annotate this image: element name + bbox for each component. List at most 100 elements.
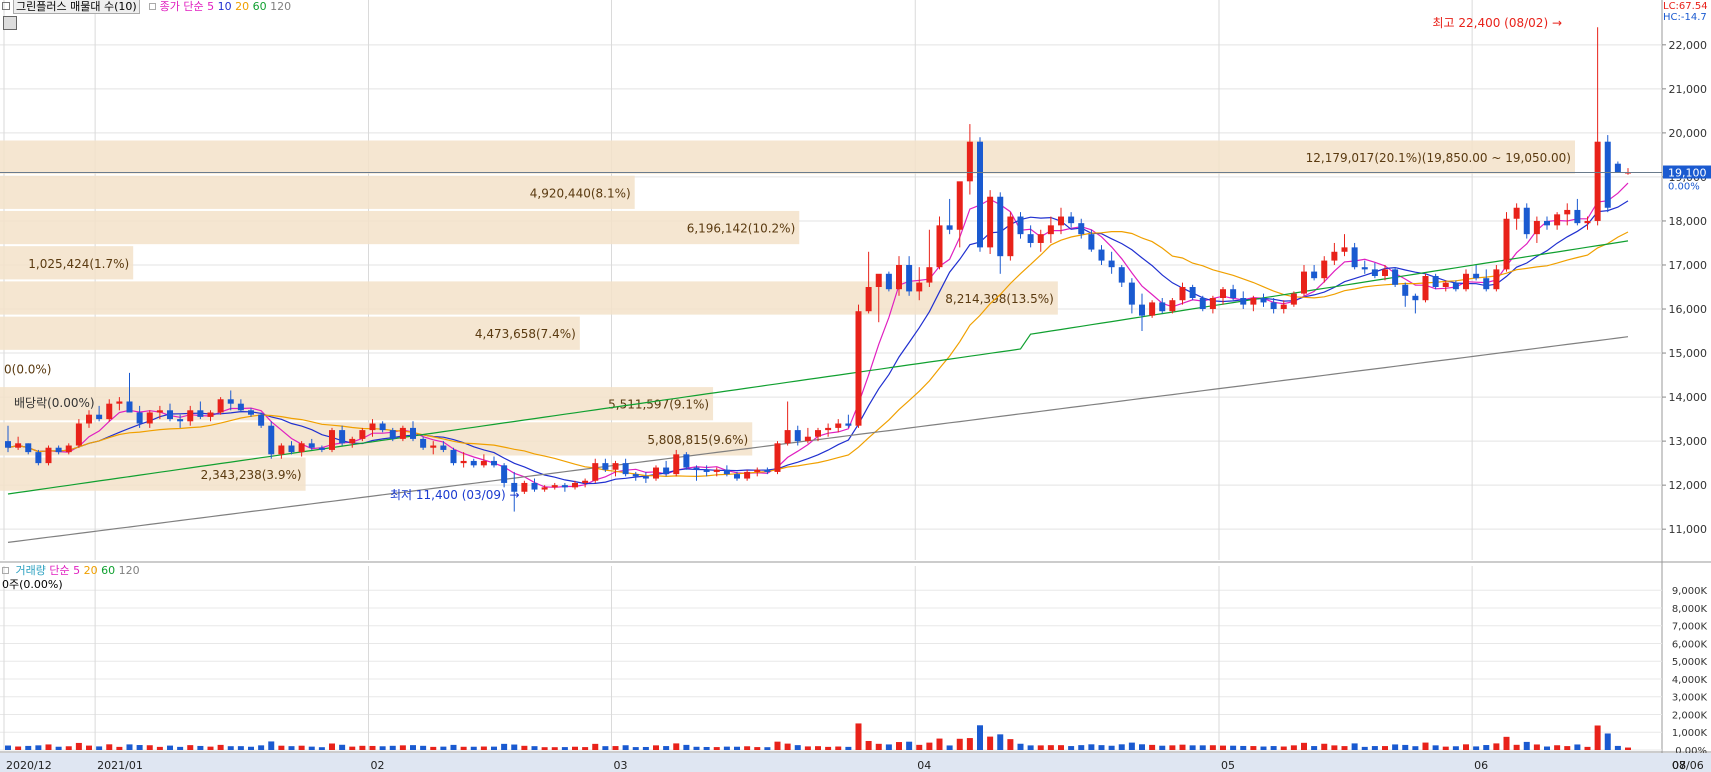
date-label: 04 [917, 759, 931, 772]
volume-bar [1473, 746, 1480, 750]
candle-body [997, 196, 1004, 257]
candle-body [1068, 216, 1075, 224]
candle-body [35, 452, 42, 464]
volume-bar [1412, 746, 1419, 750]
ma-period-60: 60 [252, 0, 267, 13]
candle-body [1604, 141, 1611, 208]
candle-body [1483, 278, 1490, 290]
candle-body [75, 423, 82, 446]
price-tick-label: 11,000 [1669, 523, 1708, 536]
volume-total: 0주(0.00%) [2, 578, 63, 591]
candle-body [1169, 300, 1176, 312]
ma-period-20: 20 [235, 0, 250, 13]
candle-body [339, 430, 346, 444]
volume-bar [946, 745, 953, 750]
dividend-annotation: 배당락(0.00%) [14, 396, 95, 410]
volume-bar [977, 725, 983, 750]
volume-title: 거래량 [15, 564, 46, 577]
volume-bar [541, 747, 548, 750]
volume-bar [1058, 745, 1064, 750]
candle-body [1432, 275, 1439, 287]
volume-bar [1594, 725, 1601, 750]
candle-body [258, 414, 265, 426]
candle-body [926, 267, 933, 283]
candle-body [1533, 220, 1540, 235]
volume-bar [167, 745, 173, 750]
volume-bar [592, 743, 599, 750]
volume-bar [1068, 746, 1075, 750]
volume-bar [1007, 739, 1014, 750]
volume-bar [15, 746, 22, 750]
volume-bar [258, 745, 265, 750]
volume-bar [349, 746, 356, 750]
candle-body [450, 449, 457, 464]
volume-bar [582, 747, 589, 750]
candle-body [1544, 220, 1550, 226]
volume-profile-label: 5,808,815(9.6%) [647, 433, 748, 447]
volume-bar [1463, 744, 1469, 750]
volume-bar [1088, 744, 1095, 750]
volume-bar [966, 738, 973, 750]
ma-period-120: 120 [270, 0, 292, 13]
candle-body [106, 403, 113, 420]
volume-tick-label: 2,000K [1672, 710, 1708, 721]
volume-bar [1230, 745, 1237, 750]
candle-body [1270, 302, 1277, 310]
candle-body [460, 460, 467, 464]
volume-tick-label: 7,000K [1672, 622, 1708, 633]
price-tick-label: 13,000 [1669, 435, 1708, 448]
candle-body [1230, 289, 1237, 299]
volume-bar [602, 746, 609, 750]
candle-body [865, 287, 872, 312]
volume-bar [1625, 747, 1631, 750]
volume-bar [865, 740, 872, 750]
candle-body [966, 141, 973, 182]
candle-body [1402, 284, 1409, 296]
volume-bar [875, 743, 882, 750]
candle-body [399, 427, 406, 439]
volume-tick-label: 6,000K [1672, 639, 1708, 650]
candle-body [693, 467, 700, 470]
volume-bar [359, 745, 366, 750]
chart-title[interactable]: 그린플러스 매물대 수(10) [13, 0, 140, 14]
candle-body [146, 412, 153, 424]
volume-bar [825, 746, 832, 750]
volume-bar [470, 746, 477, 750]
volume-bar [1199, 745, 1206, 750]
volume-bar [1321, 743, 1328, 750]
volume-bar [410, 745, 416, 750]
volume-profile-label: 6,196,142(10.2%) [687, 222, 796, 236]
candle-body [885, 273, 892, 290]
volume-bar [96, 746, 103, 750]
volume-bar [116, 746, 123, 750]
date-label: 03 [614, 759, 628, 772]
candle-body [561, 485, 568, 488]
price-tick-label: 12,000 [1669, 479, 1708, 492]
grid-table-icon[interactable] [3, 16, 17, 30]
candle-body [96, 414, 103, 420]
candle-body [349, 438, 356, 444]
volume-bar [632, 747, 639, 750]
volume-bar [217, 744, 224, 750]
candle-body [653, 467, 659, 479]
volume-bar [683, 744, 690, 750]
date-label: 02 [371, 759, 385, 772]
candle-body [1179, 287, 1186, 301]
volume-bar [734, 746, 740, 750]
candle-body [207, 412, 214, 417]
candle-body [65, 445, 72, 453]
vol-ma-60: 60 [101, 564, 116, 577]
volume-bar [1483, 745, 1490, 750]
volume-bar [1422, 742, 1429, 750]
candle-body [55, 447, 62, 453]
candle-body [248, 410, 254, 415]
candle-body [1554, 214, 1561, 226]
volume-bar [106, 744, 113, 750]
candle-body [1199, 298, 1206, 310]
volume-bar [1311, 746, 1318, 750]
candle-body [1422, 275, 1429, 301]
volume-bar [318, 747, 325, 750]
volume-bar [1290, 745, 1297, 750]
volume-bar [1128, 742, 1135, 750]
volume-bar [1078, 745, 1085, 750]
